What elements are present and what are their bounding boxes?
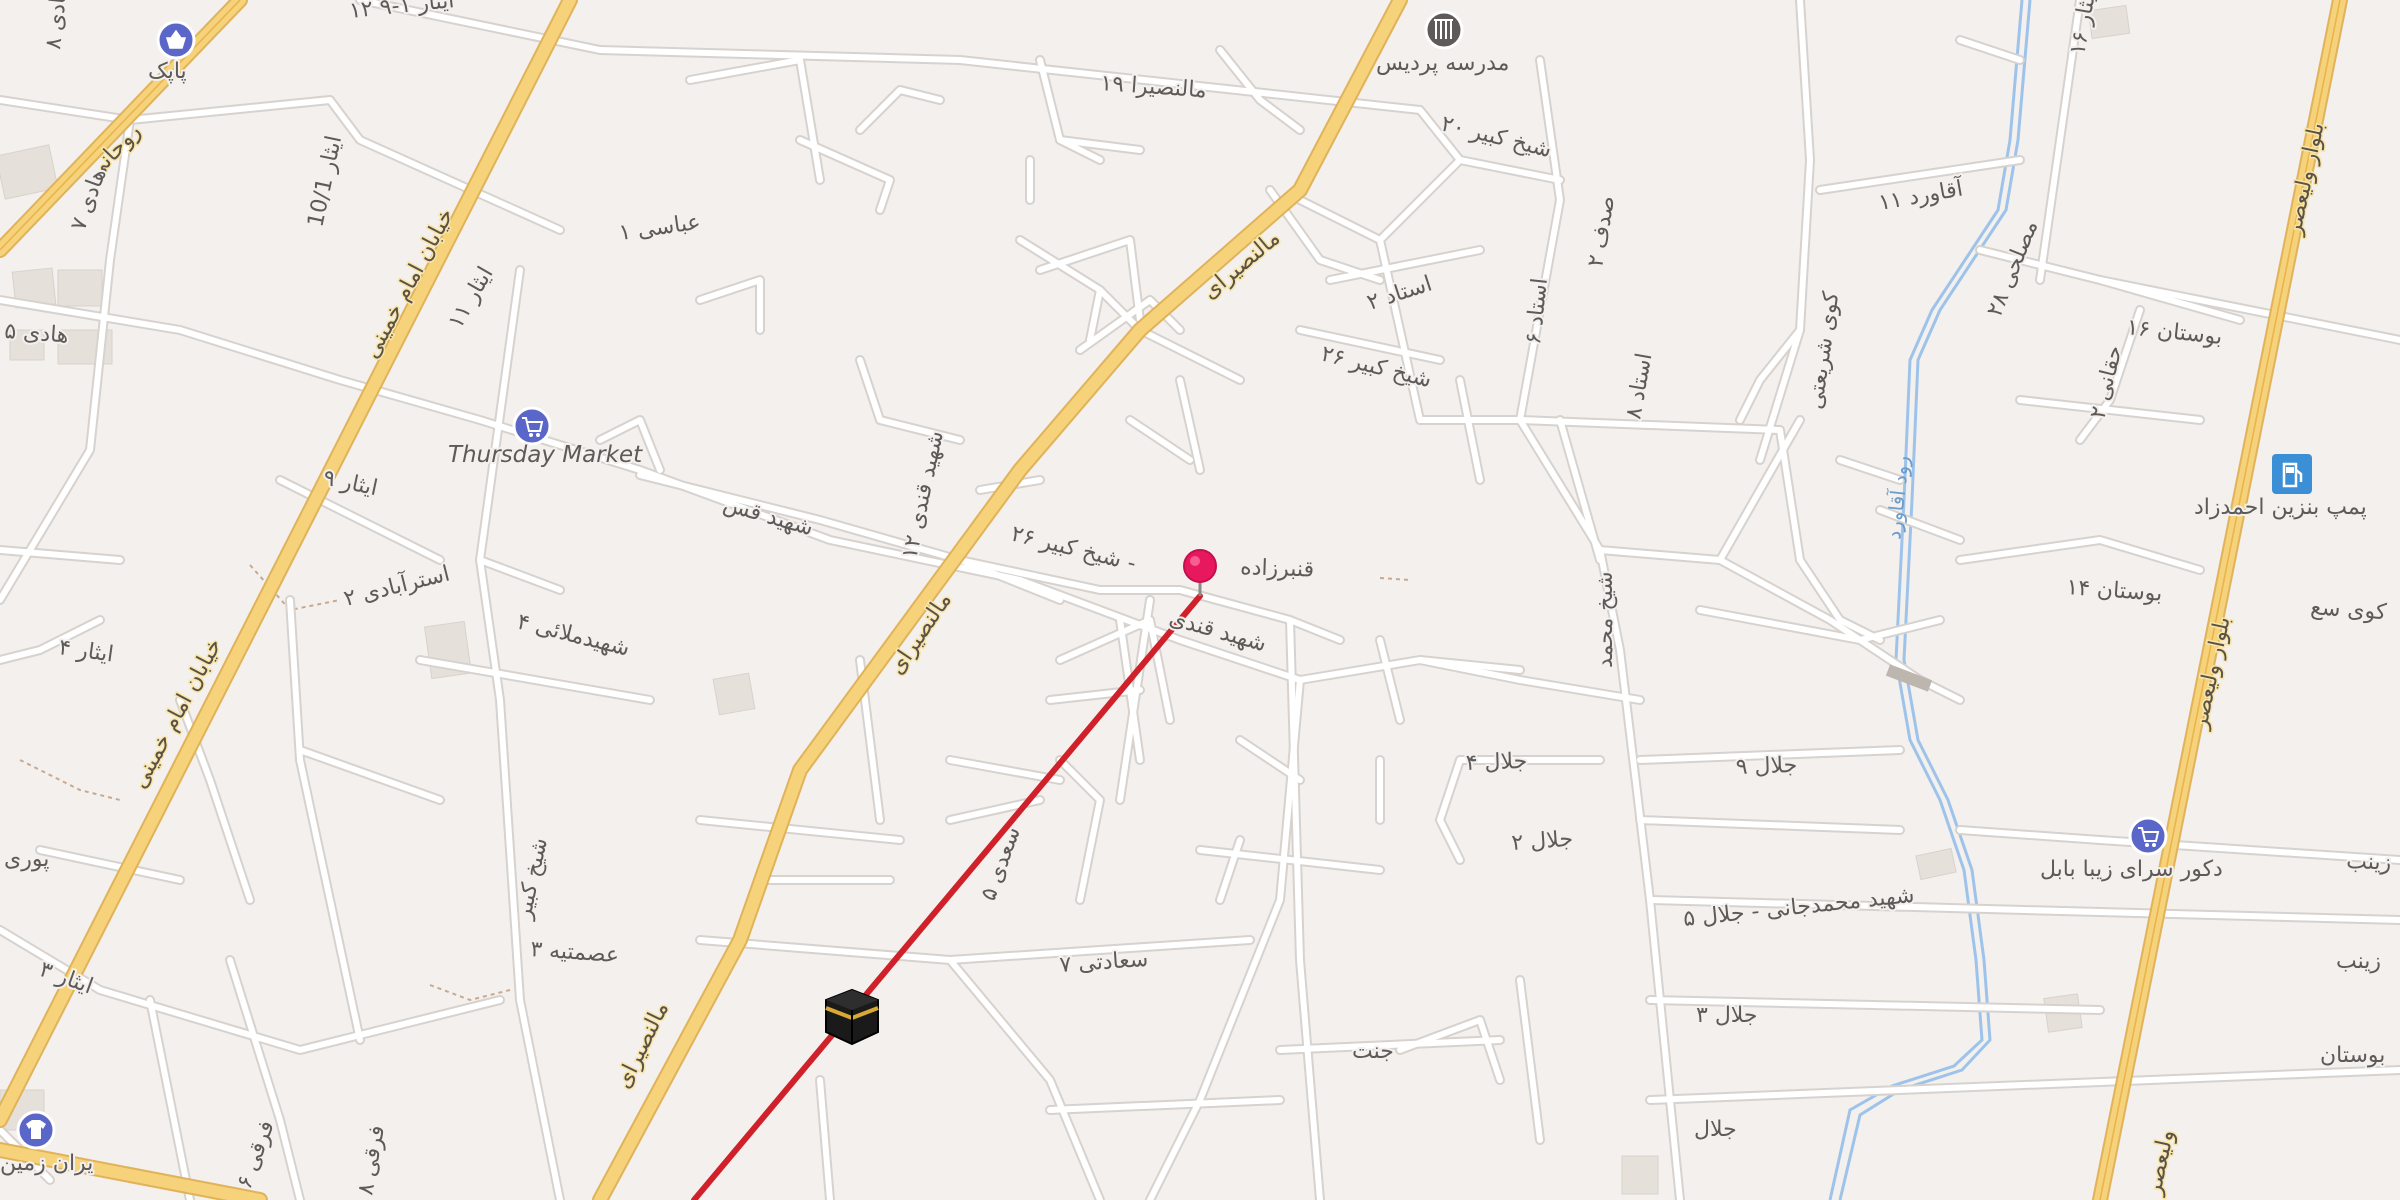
map-canvas[interactable]: ۱۹ مالنصیرا ۱۲ ایثار ۱-۹ شیخ کبیر ۲۰ آقا… [0, 0, 2400, 1200]
school-icon [1424, 10, 1464, 50]
cart-wheel [529, 433, 533, 437]
street-label: پوری [4, 847, 49, 872]
cart-wheel [536, 433, 540, 437]
poi-label: دکور سرای زیبا بابل [2040, 857, 2223, 882]
shopping-cart-icon [2128, 816, 2168, 856]
pin-head [1183, 549, 1217, 583]
street-label: جلال ۲ [1511, 827, 1574, 856]
street-label: قنبرزاده [1240, 555, 1315, 583]
poi-label: Thursday Market [448, 442, 643, 468]
street-label: کوی سع [2310, 595, 2388, 625]
kaaba-marker[interactable] [825, 988, 879, 1046]
poi-label: مدرسه پردیس [1376, 51, 1509, 76]
fuel-window [2286, 467, 2294, 473]
street-label: جنت [1352, 1039, 1394, 1064]
street-label: زینب [2336, 949, 2381, 974]
poi-label: پاپک [148, 59, 187, 84]
fuel-station-icon [2272, 454, 2312, 494]
street-label: زینب [2346, 849, 2392, 876]
street-label: جلال ۳ [1696, 1003, 1758, 1028]
poi-label: پمپ بنزین احمدزاد [2194, 495, 2367, 520]
street-label: جلال ۴ [1465, 749, 1527, 776]
cart-wheel [2145, 843, 2149, 847]
street-label: هادی ۵ [4, 319, 70, 348]
cart-wheel [2152, 843, 2156, 847]
street-label: جلال ۹ [1735, 753, 1797, 780]
street-label: جلال [1694, 1117, 1737, 1142]
pin-highlight [1190, 556, 1200, 566]
poi-label: یران زمین [0, 1151, 93, 1176]
shopping-cart-icon [512, 406, 552, 446]
street-label: بوستان [2320, 1043, 2385, 1068]
street-label: شیخ محمد [1593, 571, 1618, 668]
